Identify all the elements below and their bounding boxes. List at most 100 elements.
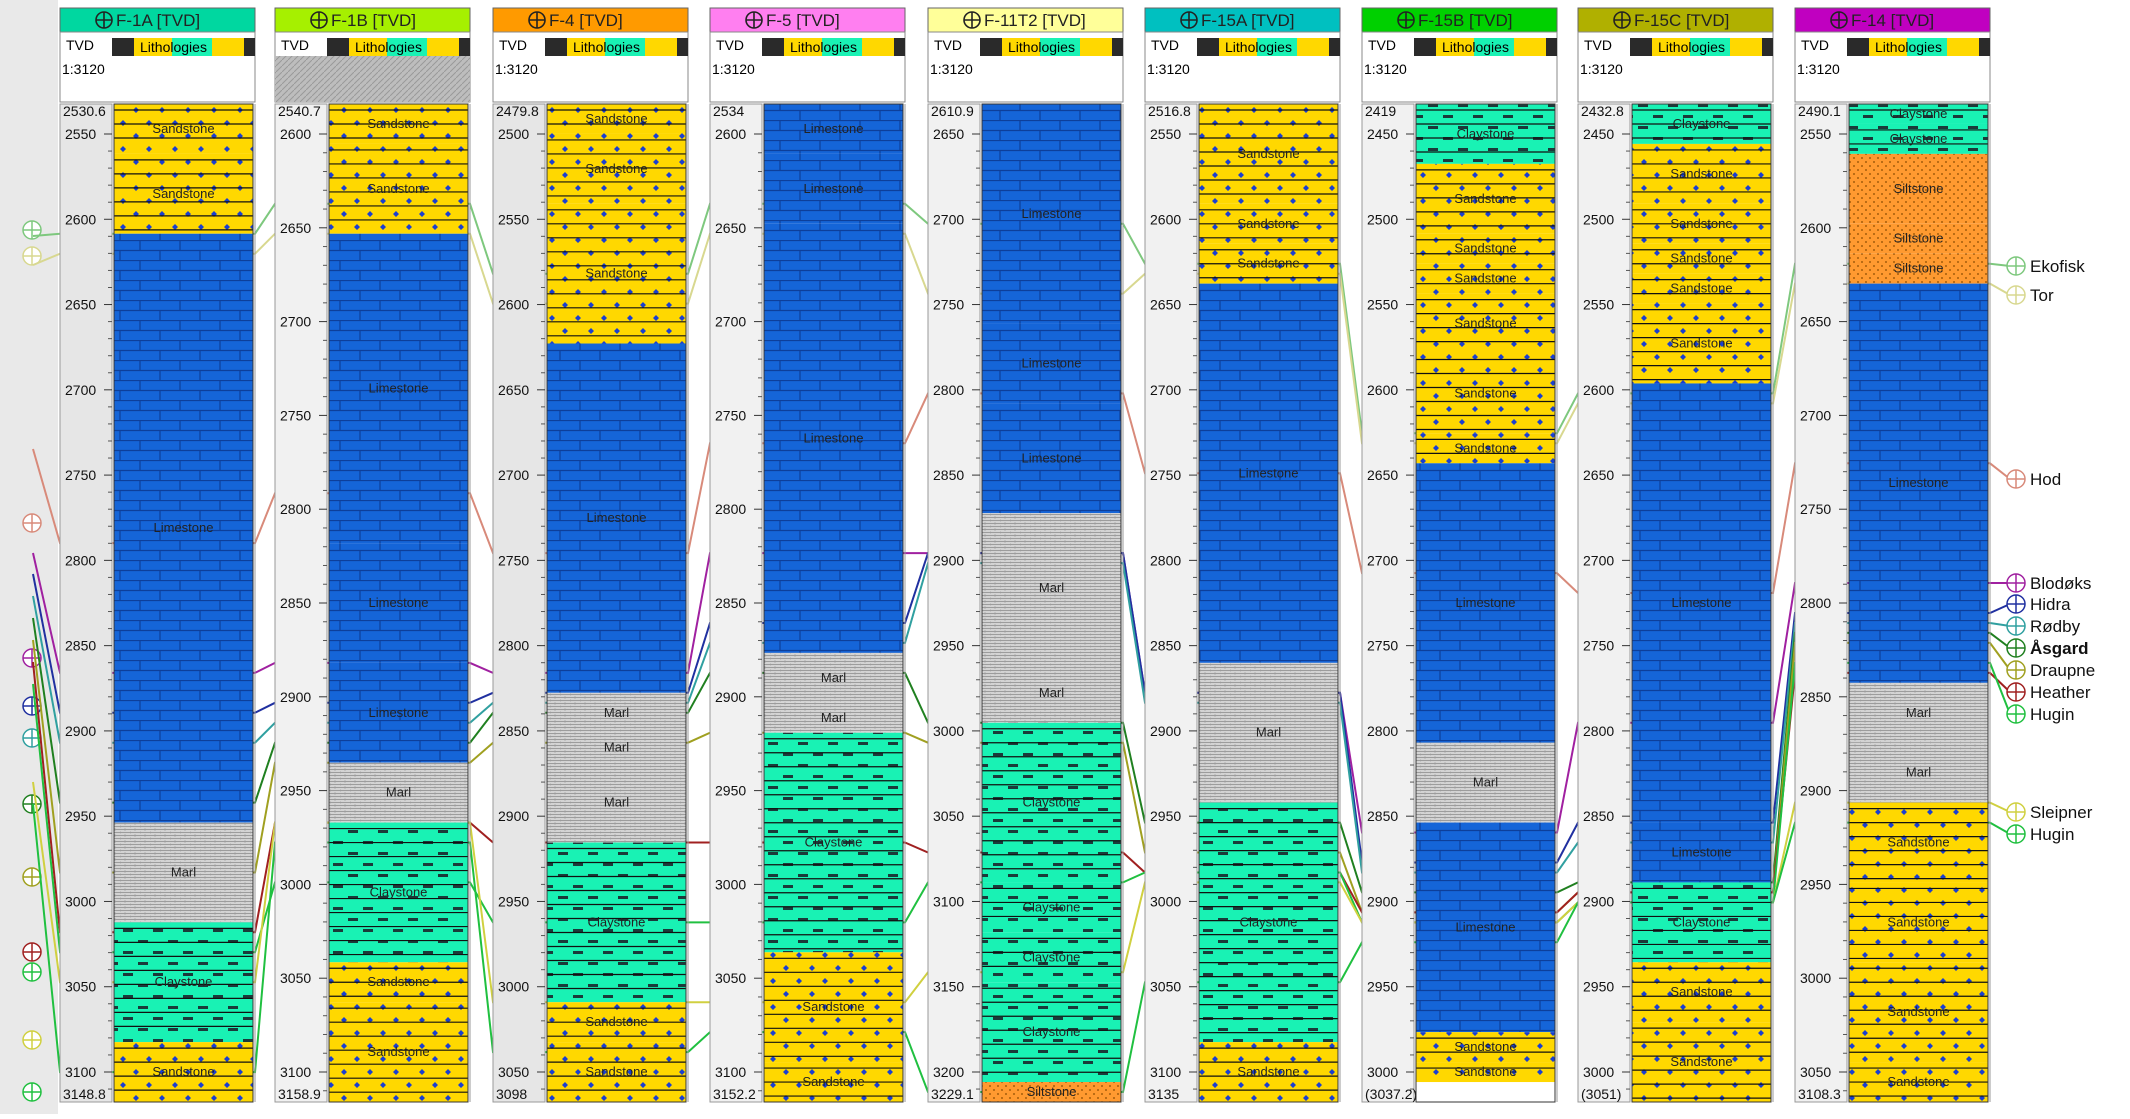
top-depth: 2516.8 [1148,103,1191,119]
depth-tick-label: 2950 [65,808,96,824]
bottom-depth: (3051) [1581,1086,1621,1102]
depth-tick-label: 2750 [65,467,96,483]
depth-tick-label: 2550 [65,126,96,142]
depth-tick-label: 2750 [1800,501,1831,517]
depth-tick-label: 2750 [498,552,529,568]
legend-label: Hidra [2030,595,2071,614]
tvd-track-label: TVD [1584,37,1612,53]
depth-tick-label: 2550 [1800,126,1831,142]
lith-label: Claystone [1673,914,1731,929]
lith-label: Limestone [1022,355,1082,370]
lith-label: Siltstone [1894,231,1944,246]
lith-label: Claystone [1023,899,1081,914]
lith-label: Sandstone [1454,385,1516,400]
well-name: F-15C [TVD] [1634,11,1729,30]
lith-label: Claystone [155,974,213,989]
depth-tick-label: 2850 [715,595,746,611]
depth-tick-label: 3000 [65,893,96,909]
depth-track [492,103,546,1103]
well-track[interactable]: F-14 [TVD] TVD 1:3120 Lithologies 2490.1 3108… [1794,7,1991,1103]
correlation-canvas[interactable]: F-1A [TVD] TVD 1:3120 Lithologies 2530.6 3148… [0,0,2130,1114]
legend-label: Hugin [2030,825,2074,844]
depth-tick-label: 2950 [933,638,964,654]
depth-tick-label: 2650 [715,220,746,236]
tvd-track-label: TVD [1801,37,1829,53]
tvd-track-label: TVD [934,37,962,53]
lith-label: Claystone [1457,126,1515,141]
depth-tick-label: 2800 [1800,595,1831,611]
lith-label: Sandstone [367,1044,429,1059]
bottom-depth: 3152.2 [713,1086,756,1102]
top-depth: 2610.9 [931,103,974,119]
lith-label: Sandstone [152,121,214,136]
lith-label: Sandstone [1237,216,1299,231]
depth-tick-label: 2900 [933,552,964,568]
scale-label: 1:3120 [62,61,105,77]
lith-label: Limestone [1456,919,1516,934]
lith-track-label: Lithologies [1658,39,1725,55]
lith-label: Sandstone [1454,241,1516,256]
depth-tick-label: 2750 [715,407,746,423]
depth-tick-label: 2800 [498,638,529,654]
well-track[interactable]: F-15A [TVD] TVD 1:3120 Lithologies 2516.8 313… [1144,7,1341,1103]
depth-tick-label: 2600 [715,126,746,142]
depth-tick-label: 3000 [1150,893,1181,909]
lith-label: Sandstone [1454,316,1516,331]
depth-tick-label: 3100 [280,1064,311,1080]
top-depth: 2534 [713,103,744,119]
depth-tick-label: 2550 [1583,297,1614,313]
well-track[interactable]: F-15C [TVD] TVD 1:3120 Lithologies 2432.8 (30… [1577,7,1774,1103]
tvd-track-label: TVD [1151,37,1179,53]
well-track[interactable]: F-1B [TVD]TVD1:3120Lithologies2540.73158… [274,7,471,1103]
depth-tick-label: 2850 [498,723,529,739]
depth-tick-label: 2850 [280,595,311,611]
depth-track [59,103,113,1103]
bottom-depth: 3148.8 [63,1086,106,1102]
depth-tick-label: 2700 [715,314,746,330]
well-track[interactable]: F-1A [TVD] TVD 1:3120 Lithologies 2530.6 3148… [59,7,256,1103]
depth-tick-label: 3050 [65,979,96,995]
well-track[interactable]: F-4 [TVD] TVD 1:3120 Lithologies 2479.8 3098 2… [492,7,689,1103]
lith-label: Marl [604,795,629,810]
depth-tick-label: 2550 [1367,297,1398,313]
well-track[interactable]: F-11T2 [TVD] TVD 1:3120 Lithologies 2610.9 32… [927,7,1124,1103]
well-correlation-panel[interactable]: F-1A [TVD] TVD 1:3120 Lithologies 2530.6 3148… [0,0,2130,1114]
well-name: F-4 [TVD] [549,11,623,30]
lith-label: Sandstone [1670,1054,1732,1069]
lith-label: Limestone [369,380,429,395]
depth-tick-label: 2550 [1150,126,1181,142]
lith-label: Siltstone [1894,261,1944,276]
depth-tick-label: 2650 [1583,467,1614,483]
lith-label: Claystone [1023,1024,1081,1039]
lith-label: Sandstone [1454,1064,1516,1079]
depth-tick-label: 2950 [498,893,529,909]
lith-label: Marl [1039,685,1064,700]
depth-tick-label: 3100 [715,1064,746,1080]
depth-tick-label: 2750 [280,407,311,423]
lith-label: Limestone [1022,450,1082,465]
lith-track-label: Lithologies [355,39,422,55]
lith-label: Sandstone [585,1064,647,1079]
depth-track [1577,103,1631,1103]
well-track[interactable]: F-5 [TVD] TVD 1:3120 Lithologies 2534 3152.2 2… [709,7,906,1103]
top-depth: 2490.1 [1798,103,1841,119]
depth-tick-label: 3000 [715,876,746,892]
depth-tick-label: 2750 [1367,638,1398,654]
lith-label: Limestone [1672,845,1732,860]
depth-tick-label: 2850 [933,467,964,483]
depth-tick-label: 2800 [1367,723,1398,739]
depth-tick-label: 2900 [65,723,96,739]
depth-tick-label: 2650 [1150,297,1181,313]
scale-label: 1:3120 [1580,61,1623,77]
legend-label: Tor [2030,286,2054,305]
depth-tick-label: 2800 [715,501,746,517]
well-tracks: F-1A [TVD] TVD 1:3120 Lithologies 2530.6 3148… [59,7,1991,1103]
tvd-track-label: TVD [499,37,527,53]
depth-tick-label: 2800 [1150,552,1181,568]
well-name: F-1A [TVD] [116,11,200,30]
bottom-depth: (3037.2) [1365,1086,1417,1102]
depth-tick-label: 2700 [933,211,964,227]
depth-tick-label: 3000 [933,723,964,739]
depth-tick-label: 2900 [715,689,746,705]
well-track[interactable]: F-15B [TVD] TVD 1:3120 Lithologies 2419 (3037… [1361,7,1558,1103]
